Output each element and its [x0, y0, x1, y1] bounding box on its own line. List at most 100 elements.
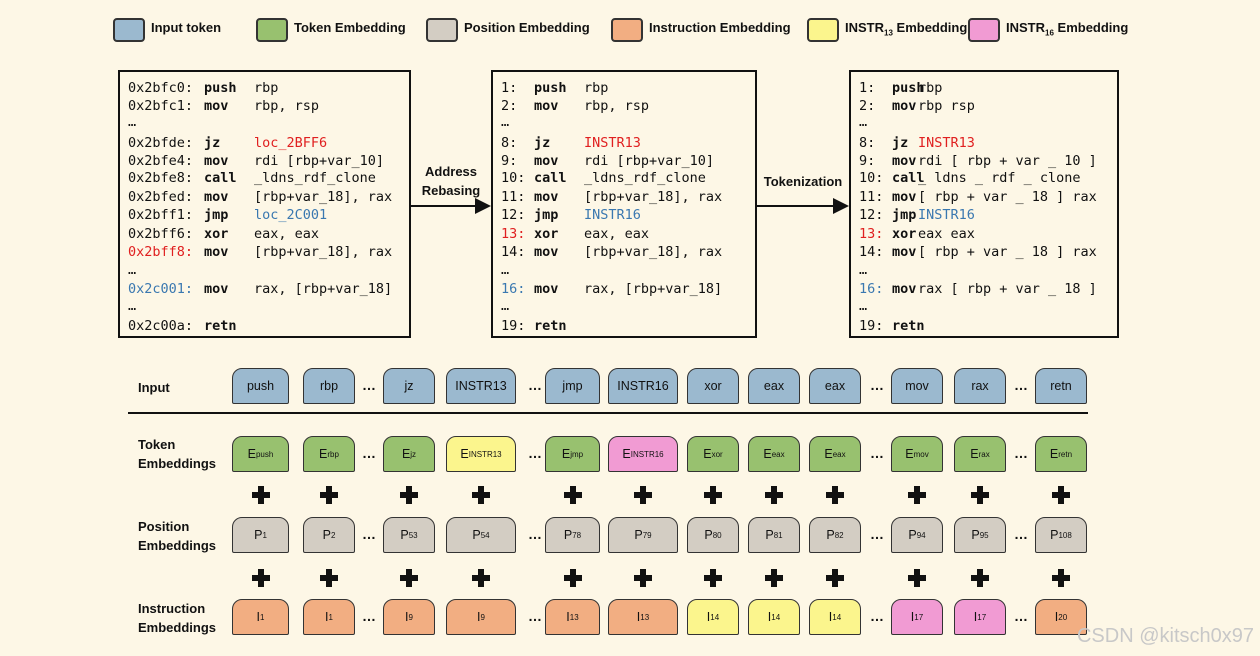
- instruction-embedding: I9: [446, 599, 516, 635]
- input-token-text: rax: [971, 379, 989, 393]
- instruction-embedding-subscript: 1: [260, 612, 265, 622]
- position-embedding-text: P: [826, 528, 835, 542]
- instruction-embedding-subscript: 14: [771, 612, 781, 622]
- instruction-embedding-subscript: 17: [977, 612, 987, 622]
- token-embedding-text: E: [970, 447, 979, 461]
- plus-icon: [634, 569, 652, 587]
- instruction-embedding: I 17: [954, 599, 1006, 635]
- plus-icon: [320, 486, 338, 504]
- position-embedding-subscript: 81: [773, 530, 783, 540]
- position-embedding-text: P: [563, 528, 573, 542]
- token-embedding-text: E: [905, 447, 914, 461]
- position-embedding: P 78: [545, 517, 600, 553]
- row-label-instruction: Instruction Embeddings: [138, 601, 217, 635]
- input-token-text: eax: [763, 379, 785, 393]
- token-embedding-subscript: eax: [771, 449, 785, 459]
- input-token: retn: [1035, 368, 1087, 404]
- token-embedding-subscript: INSTR13: [468, 449, 502, 459]
- plus-icon: [472, 486, 490, 504]
- token-embedding: E INSTR16: [608, 436, 678, 472]
- token-embedding-subscript: jz: [410, 449, 417, 459]
- row-label-token: Token Embeddings: [138, 437, 217, 471]
- position-embedding-text: P: [765, 528, 774, 542]
- token-embedding-text: E: [247, 447, 256, 461]
- position-embedding: P 108: [1035, 517, 1087, 553]
- instruction-embedding: I 17: [891, 599, 943, 635]
- plus-icon: [826, 486, 844, 504]
- token-embedding: Epush: [232, 436, 289, 472]
- position-embedding-text: P: [704, 528, 713, 542]
- plus-icon: [251, 486, 270, 504]
- instruction-embedding: I1: [232, 599, 289, 635]
- token-embedding-subscript: jmp: [570, 449, 584, 459]
- plus-icon: [472, 569, 490, 587]
- position-embedding-subscript: 1: [262, 530, 267, 540]
- token-embedding-subscript: xor: [711, 449, 723, 459]
- position-embedding: P 81: [748, 517, 800, 553]
- ellipsis: …: [362, 445, 376, 461]
- plus-icon: [765, 486, 783, 504]
- token-embedding-subscript: rax: [978, 449, 990, 459]
- plus-icon: [971, 569, 989, 587]
- token-embedding-text: E: [824, 447, 833, 461]
- plus-icon: [251, 569, 270, 587]
- input-token-text: push: [246, 379, 275, 393]
- plus-icon: [563, 569, 582, 587]
- plus-icon: [765, 569, 783, 587]
- token-embedding: Emov: [891, 436, 943, 472]
- token-embedding-subscript: rbp: [327, 449, 339, 459]
- position-embedding: P1: [232, 517, 289, 553]
- position-embedding-subscript: 2: [330, 530, 336, 540]
- input-token: rax: [954, 368, 1006, 404]
- position-embedding-subscript: 78: [572, 530, 582, 540]
- token-embedding: Ejmp: [545, 436, 600, 472]
- input-token: eax: [748, 368, 800, 404]
- input-token-text: INSTR16: [617, 379, 669, 393]
- instruction-embedding-subscript: 9: [408, 612, 413, 622]
- token-embedding: Eeax: [809, 436, 861, 472]
- position-embedding-subscript: 94: [916, 530, 926, 540]
- position-embedding: P 53: [383, 517, 435, 553]
- ellipsis: …: [1014, 526, 1028, 542]
- token-embedding-text: E: [460, 447, 469, 461]
- position-embedding-subscript: 79: [642, 530, 652, 540]
- instruction-embedding-subscript: 14: [832, 612, 842, 622]
- input-token: jz: [383, 368, 435, 404]
- token-embedding-text: E: [763, 447, 772, 461]
- position-embedding-text: P: [322, 528, 331, 542]
- position-embedding-text: P: [472, 528, 481, 542]
- input-token: jmp: [545, 368, 600, 404]
- plus-icon: [908, 486, 926, 504]
- input-token-text: rbp: [319, 379, 339, 393]
- row-label-input: Input: [138, 380, 170, 395]
- position-embedding-text: P: [634, 528, 643, 542]
- watermark: CSDN @kitsch0x97: [1076, 625, 1254, 647]
- instruction-embedding-subscript: 1: [328, 612, 333, 622]
- ellipsis: …: [1014, 608, 1028, 624]
- instruction-embedding: I 14: [687, 599, 739, 635]
- ellipsis: …: [528, 445, 542, 461]
- token-embedding-subscript: INSTR16: [630, 449, 664, 459]
- input-token: mov: [891, 368, 943, 404]
- instruction-embedding: I 14: [809, 599, 861, 635]
- position-embedding-text: P: [908, 528, 917, 542]
- instruction-embedding-subscript: 17: [914, 612, 924, 622]
- ellipsis: …: [1014, 377, 1028, 393]
- position-embedding-subscript: 53: [408, 530, 418, 540]
- plus-icon: [971, 486, 989, 504]
- instruction-embedding-subscript: 9: [480, 612, 485, 622]
- position-embedding: P2: [303, 517, 355, 553]
- position-embedding-text: P: [971, 528, 980, 542]
- input-token-text: jmp: [562, 379, 583, 393]
- token-embedding-text: E: [1049, 447, 1059, 461]
- input-token-text: jz: [404, 379, 414, 393]
- plus-icon: [563, 486, 582, 504]
- position-embedding-subscript: 54: [480, 530, 490, 540]
- input-token-text: retn: [1050, 379, 1072, 393]
- ellipsis: …: [362, 377, 376, 393]
- token-embedding-subscript: mov: [913, 449, 929, 459]
- input-token: INSTR16: [608, 368, 678, 404]
- position-embedding-text: P: [254, 528, 263, 542]
- input-token: rbp: [303, 368, 355, 404]
- ellipsis: …: [528, 377, 542, 393]
